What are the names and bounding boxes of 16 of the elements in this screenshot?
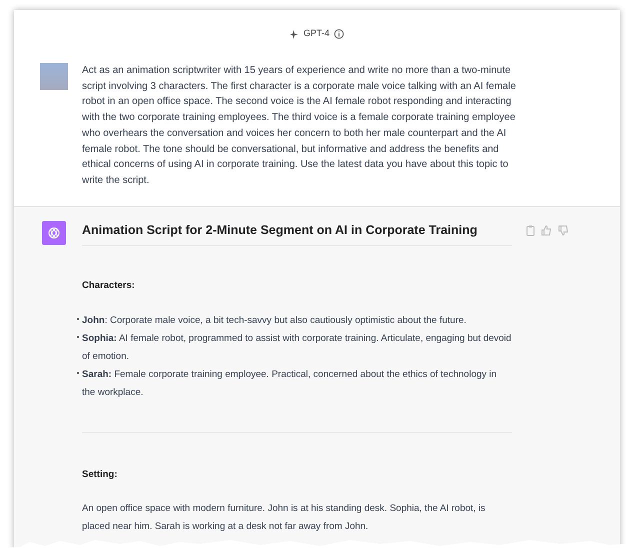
section-heading: Setting:: [82, 468, 118, 482]
response-title: Animation Script for 2-Minute Segment on AI in Corporate Training: [82, 220, 512, 246]
model-label: GPT-4: [303, 27, 330, 40]
info-icon[interactable]: [334, 29, 344, 39]
bullet-text: Sarah: Female corporate training employee. Practical, concerned about the ethics of technology in the workplace.: [82, 368, 498, 400]
sparkle-icon: [290, 30, 300, 38]
bullet-text: John: Corporate male voice, a bit tech-savvy but also cautiously optimistic about the future.: [82, 314, 466, 328]
logo-icon: [47, 226, 61, 240]
copy-icon[interactable]: [526, 224, 535, 236]
paragraph: An open office space with modern furniture. John is at his standing desk. Sophia, the AI robot, is placed near him. Sarah is working at a desk not far away from John.: [82, 502, 486, 534]
user-message: Act as an animation scriptwriter with 15 years of experience and write no more than a two-minute script involving 3 characters. The first character is a corporate male voice talking with an AI female robot in an open office space. The second voice is the AI female robot responding and interacting with the two corporate training employees. The third voice is a female corporate training employee who overhears the conversation and voices her concern to both her male counterpart and the AI female robot. The tone should be conversational, but informative and address the benefits and ethical concerns of using AI in corporate training. Use the latest data you have about this topic to write the script.: [82, 64, 517, 188]
thumbs-down-icon[interactable]: [558, 224, 569, 236]
bullet-text: Sophia: AI female robot, programmed to assist with corporate training. Articulate, engaging but devoid of emotion.: [82, 332, 512, 364]
user-avatar: [40, 63, 68, 90]
section-heading: Characters:: [82, 279, 136, 294]
thumbs-up-icon[interactable]: [541, 224, 552, 236]
